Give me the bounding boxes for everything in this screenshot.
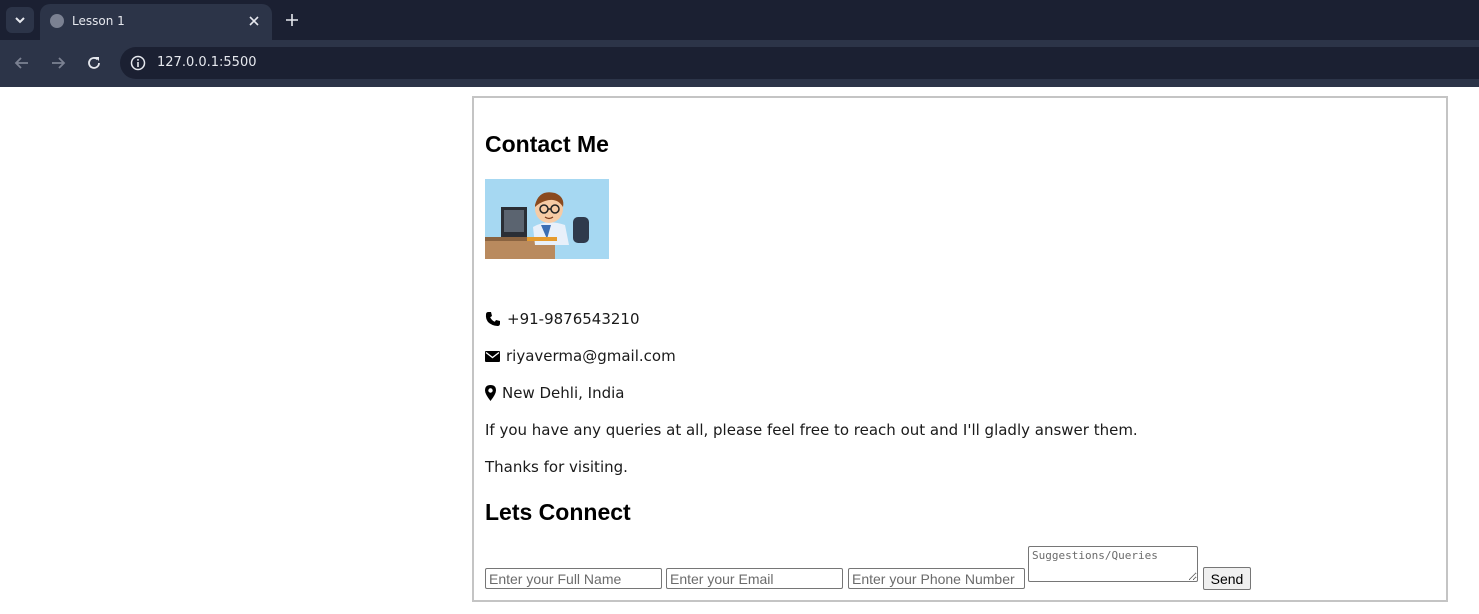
- phone-input[interactable]: [848, 568, 1025, 589]
- browser-tab[interactable]: Lesson 1: [40, 4, 272, 40]
- send-button[interactable]: Send: [1203, 567, 1251, 590]
- reload-icon: [88, 57, 100, 69]
- envelope-icon: [485, 350, 500, 362]
- email-info: riyaverma@gmail.com: [485, 346, 676, 366]
- phone-icon: [485, 312, 500, 326]
- address-bar[interactable]: 127.0.0.1:5500: [120, 47, 1479, 79]
- forward-button[interactable]: [46, 51, 70, 75]
- contact-heading: Contact Me: [485, 131, 609, 157]
- arrow-left-icon: [14, 57, 28, 69]
- developer-avatar-image: [485, 179, 609, 259]
- back-button[interactable]: [10, 51, 34, 75]
- new-tab-button[interactable]: [280, 8, 304, 32]
- plus-icon: [286, 14, 298, 26]
- full-name-input[interactable]: [485, 568, 662, 589]
- globe-icon: [50, 14, 64, 28]
- browser-tabstrip: Lesson 1: [0, 0, 1479, 40]
- email-input[interactable]: [666, 568, 843, 589]
- email-address: riyaverma@gmail.com: [506, 347, 676, 365]
- url-text: 127.0.0.1:5500: [157, 55, 257, 70]
- map-marker-icon: [485, 385, 496, 401]
- tab-search-button[interactable]: [6, 7, 34, 33]
- connect-heading: Lets Connect: [485, 499, 631, 525]
- thanks-message: Thanks for visiting.: [485, 458, 628, 476]
- phone-info: +91-9876543210: [485, 309, 640, 329]
- phone-number: +91-9876543210: [507, 310, 640, 328]
- reload-button[interactable]: [82, 51, 106, 75]
- location-info: New Dehli, India: [485, 383, 624, 403]
- info-icon[interactable]: [130, 55, 146, 71]
- close-icon: [249, 16, 259, 26]
- chevron-down-icon: [15, 17, 25, 24]
- queries-message: If you have any queries at all, please f…: [485, 421, 1138, 439]
- location-text: New Dehli, India: [502, 384, 625, 402]
- tab-title: Lesson 1: [72, 14, 125, 28]
- tab-close-button[interactable]: [244, 11, 264, 31]
- contact-card: Contact Me +91-9876543210 riyaverma@gmai…: [472, 96, 1448, 602]
- browser-toolbar: 127.0.0.1:5500: [0, 40, 1479, 87]
- arrow-right-icon: [52, 57, 66, 69]
- queries-textarea[interactable]: [1028, 546, 1198, 582]
